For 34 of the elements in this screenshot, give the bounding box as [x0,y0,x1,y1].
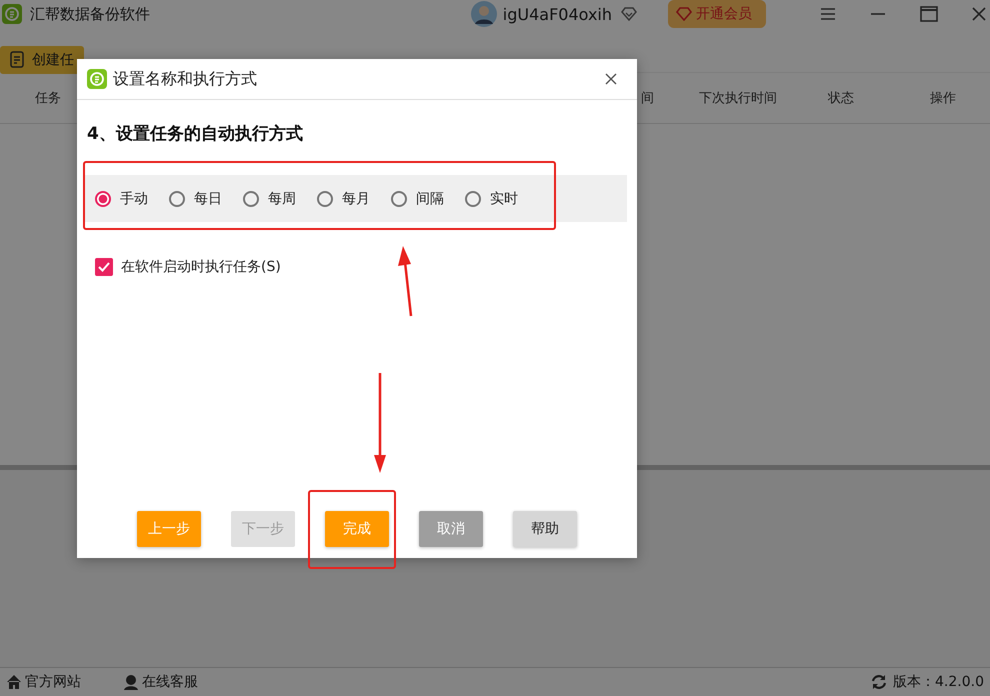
radio-option[interactable]: 间隔 [391,190,444,208]
dialog-button: 下一步 [231,511,295,547]
app-title: 汇帮数据备份软件 [30,4,150,24]
app-logo-icon [87,69,107,89]
radio-option[interactable]: 每周 [243,190,296,208]
status-link[interactable]: 官方网站 [6,673,81,691]
maximize-icon[interactable] [920,6,938,22]
document-add-icon [10,51,26,69]
diamond-icon [676,7,692,21]
status-link[interactable]: 在线客服 [123,673,198,691]
user-name: igU4aF04oxih [502,4,612,24]
column-header[interactable]: 状态 [786,89,896,107]
create-task-button[interactable]: 创建任 [0,46,84,74]
radio-option[interactable]: 每日 [169,190,222,208]
radio-option[interactable]: 实时 [465,190,518,208]
annotation-arrow [398,246,412,316]
diamond-icon [620,6,638,22]
checkbox-option[interactable]: 在软件启动时执行任务(S) [95,258,627,276]
menu-icon[interactable] [820,7,836,21]
radio-option[interactable]: 每月 [317,190,370,208]
radio-option[interactable]: 手动 [95,190,148,208]
avatar-icon[interactable] [470,1,497,27]
close-icon[interactable] [972,7,986,21]
column-header[interactable]: 操作 [896,89,990,107]
refresh-icon[interactable] [871,674,888,690]
column-header[interactable]: 下次执行时间 [690,89,786,107]
dialog-title: 设置名称和执行方式 [113,68,257,90]
close-icon[interactable] [605,73,617,85]
version-label: 版本：4.2.0.0 [893,673,984,691]
dialog-button[interactable]: 取消 [419,511,483,547]
section-heading: 4、设置任务的自动执行方式 [87,123,304,145]
dialog-button[interactable]: 帮助 [513,511,577,547]
checkmark-icon [98,262,110,272]
home-icon [6,674,22,690]
